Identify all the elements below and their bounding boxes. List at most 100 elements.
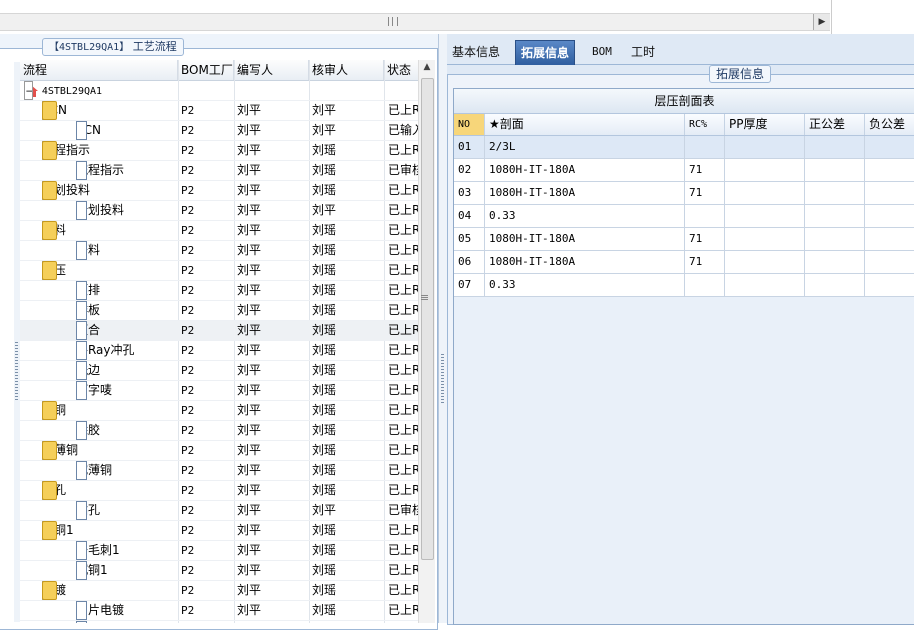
table-row[interactable]: 07 0.33 <box>454 274 914 297</box>
tree-row[interactable]: 压合 P2 刘平 刘瑶 已上R <box>20 321 434 341</box>
cell-pp-thickness[interactable] <box>725 205 805 227</box>
cell-rc[interactable] <box>685 136 725 158</box>
col-reviewer[interactable]: 核审人 <box>309 60 384 80</box>
tree-row[interactable]: 打字唛 P2 刘平 刘瑶 已上R <box>20 381 434 401</box>
cell-profile[interactable]: 2/3L <box>485 136 685 158</box>
tree-row[interactable]: − ECNP2刘平刘平已上R <box>20 101 434 121</box>
tree-row[interactable]: 除胶 P2 刘平 刘瑶 已上R <box>20 421 434 441</box>
tree-row[interactable]: − 沉铜P2刘平刘瑶已上R <box>20 401 434 421</box>
col-flow[interactable]: 流程 <box>20 60 178 80</box>
scroll-right-arrow-icon[interactable]: ▶ <box>813 14 830 30</box>
cell-profile[interactable]: 1080H-IT-180A <box>485 182 685 204</box>
scrollbar-grip-icon[interactable] <box>388 17 398 26</box>
tree-row[interactable]: 减薄铜 P2 刘平 刘瑶 已上R <box>20 461 434 481</box>
cell-plus-tolerance[interactable] <box>805 228 865 250</box>
tree-row[interactable]: X-Ray冲孔 P2 刘平 刘瑶 已上R <box>20 341 434 361</box>
col-writer[interactable]: 编写人 <box>234 60 309 80</box>
tree-row[interactable]: 铣边 P2 刘平 刘瑶 已上R <box>20 361 434 381</box>
tree-row[interactable]: 负片电镀 P2 刘平 刘瑶 已上R <box>20 601 434 621</box>
cell-minus-tolerance[interactable] <box>865 159 914 181</box>
tree-row[interactable]: 排板 P2 刘平 刘瑶 已上R <box>20 301 434 321</box>
cell-pp-thickness[interactable] <box>725 274 805 296</box>
tree-row[interactable]: 流程指示 P2 刘平 刘瑶 已审核 <box>20 161 434 181</box>
col-no[interactable]: NO <box>454 114 485 135</box>
tree-row[interactable]: 去毛刺1 P2 刘平 刘瑶 已上R <box>20 541 434 561</box>
cell-pp-thickness[interactable] <box>725 251 805 273</box>
tree-row[interactable]: − 电镀P2刘平刘瑶已上R <box>20 581 434 601</box>
scroll-thumb[interactable] <box>421 78 434 560</box>
table-row[interactable]: 02 1080H-IT-180A 71 <box>454 159 914 182</box>
cell-profile[interactable]: 1080H-IT-180A <box>485 159 685 181</box>
cell-no[interactable]: 05 <box>454 228 485 250</box>
cell-pp-thickness[interactable] <box>725 159 805 181</box>
tree-row[interactable]: 预排 P2 刘平 刘瑶 已上R <box>20 281 434 301</box>
cell-minus-tolerance[interactable] <box>865 136 914 158</box>
tab-bom[interactable]: BOM <box>587 40 617 64</box>
table-row[interactable]: 01 2/3L <box>454 136 914 159</box>
tab-work-hours[interactable]: 工时 <box>626 40 660 64</box>
tree-row[interactable]: − 开料P2刘平刘瑶已上R <box>20 221 434 241</box>
tree-row[interactable]: 钻孔 P2 刘平 刘平 已审核 <box>20 501 434 521</box>
tree-row[interactable]: − 减薄铜P2刘平刘瑶已上R <box>20 441 434 461</box>
tab-extension-info[interactable]: 拓展信息 <box>515 40 576 65</box>
tree-row[interactable]: − 4STBL29QA1 <box>20 81 434 101</box>
cell-minus-tolerance[interactable] <box>865 251 914 273</box>
collapse-icon[interactable]: − <box>24 81 33 100</box>
cell-minus-tolerance[interactable] <box>865 205 914 227</box>
tree-row[interactable]: 计划投料 P2 刘平 刘平 已上R <box>20 201 434 221</box>
cell-rc[interactable] <box>685 205 725 227</box>
cell-pp-thickness[interactable] <box>725 228 805 250</box>
cell-profile[interactable]: 0.33 <box>485 205 685 227</box>
cell-no[interactable]: 06 <box>454 251 485 273</box>
table-row[interactable]: 05 1080H-IT-180A 71 <box>454 228 914 251</box>
tree-row[interactable]: − 钻孔P2刘平刘瑶已上R <box>20 481 434 501</box>
splitter-grip-icon[interactable] <box>441 354 444 404</box>
cell-plus-tolerance[interactable] <box>805 274 865 296</box>
col-minus-tolerance[interactable]: 负公差 <box>865 114 914 135</box>
tree-row[interactable]: − 层压P2刘平刘瑶已上R <box>20 261 434 281</box>
cell-pp-thickness[interactable] <box>725 182 805 204</box>
cell-minus-tolerance[interactable] <box>865 228 914 250</box>
cell-plus-tolerance[interactable] <box>805 136 865 158</box>
cell-rc[interactable]: 71 <box>685 251 725 273</box>
cell-profile[interactable]: 0.33 <box>485 274 685 296</box>
cell-rc[interactable] <box>685 274 725 296</box>
col-plus-tolerance[interactable]: 正公差 <box>805 114 865 135</box>
cell-rc[interactable]: 71 <box>685 182 725 204</box>
table-row[interactable]: 04 0.33 <box>454 205 914 228</box>
scroll-up-arrow-icon[interactable]: ▲ <box>419 62 435 72</box>
cell-minus-tolerance[interactable] <box>865 182 914 204</box>
tab-basic-info[interactable]: 基本信息 <box>447 40 505 64</box>
cell-profile[interactable]: 1080H-IT-180A <box>485 251 685 273</box>
tree-row[interactable]: ECN P2 刘平 刘平 已输入 <box>20 121 434 141</box>
cell-no[interactable]: 01 <box>454 136 485 158</box>
tree-row[interactable]: − 沉铜1P2刘平刘瑶已上R <box>20 521 434 541</box>
tree-vertical-scrollbar[interactable]: ▲ <box>418 60 435 623</box>
cell-plus-tolerance[interactable] <box>805 205 865 227</box>
cell-no[interactable]: 04 <box>454 205 485 227</box>
cell-rc[interactable]: 71 <box>685 228 725 250</box>
cell-rc[interactable]: 71 <box>685 159 725 181</box>
table-row[interactable]: 03 1080H-IT-180A 71 <box>454 182 914 205</box>
cell-minus-tolerance[interactable] <box>865 274 914 296</box>
cell-no[interactable]: 02 <box>454 159 485 181</box>
tree-row[interactable]: − 计划投料P2刘平刘瑶已上R <box>20 181 434 201</box>
cell-profile[interactable]: 1080H-IT-180A <box>485 228 685 250</box>
cell-plus-tolerance[interactable] <box>805 159 865 181</box>
tree-row[interactable]: 开料 P2 刘平 刘瑶 已上R <box>20 241 434 261</box>
cell-pp-thickness[interactable] <box>725 136 805 158</box>
horizontal-scrollbar[interactable]: ▶ <box>0 13 830 31</box>
cell-no[interactable]: 07 <box>454 274 485 296</box>
tree-row[interactable]: 沉铜1 P2 刘平 刘瑶 已上R <box>20 561 434 581</box>
col-pp-thickness[interactable]: PP厚度 <box>725 114 805 135</box>
cell-no[interactable]: 03 <box>454 182 485 204</box>
table-row[interactable]: 06 1080H-IT-180A 71 <box>454 251 914 274</box>
col-profile[interactable]: ★剖面 <box>485 114 685 135</box>
col-bom-factory[interactable]: BOM工厂 <box>178 60 234 80</box>
cell-plus-tolerance[interactable] <box>805 251 865 273</box>
thumb-grip-icon[interactable] <box>421 295 428 301</box>
col-rc[interactable]: RC% <box>685 114 725 135</box>
splitter-grip-icon[interactable] <box>15 342 18 402</box>
tree-row[interactable]: − 流程指示P2刘平刘瑶已上R <box>20 141 434 161</box>
cell-plus-tolerance[interactable] <box>805 182 865 204</box>
